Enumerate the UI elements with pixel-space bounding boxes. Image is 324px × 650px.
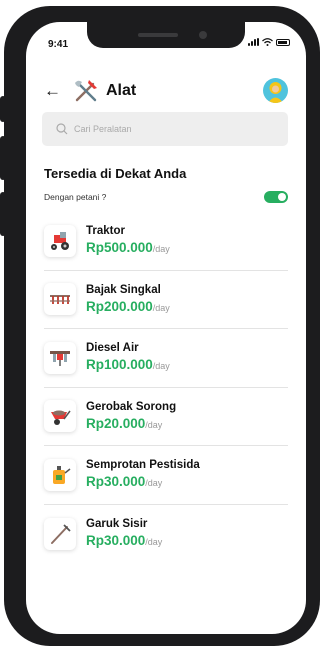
user-avatar-icon (268, 82, 283, 103)
item-unit: /day (152, 302, 170, 313)
notch-camera (199, 31, 207, 39)
notch-speaker (138, 33, 178, 37)
list-item[interactable]: Gerobak Sorong Rp20.000 /day (44, 388, 288, 446)
wifi-icon (262, 38, 273, 46)
status-time: 9:41 (48, 39, 69, 50)
item-name: Garuk Sisir (86, 518, 148, 531)
phone-notch (87, 22, 245, 48)
status-icons (248, 38, 290, 46)
item-price: Rp20.000 (86, 415, 146, 431)
wheelbarrow-icon (51, 410, 71, 426)
item-name: Bajak Singkal (86, 283, 161, 296)
item-unit: /day (145, 419, 163, 430)
sprayer-icon (53, 465, 71, 484)
rake-icon (51, 524, 71, 544)
item-icon-box (44, 400, 76, 433)
item-name: Semprotan Pestisida (86, 459, 200, 472)
item-name: Gerobak Sorong (86, 400, 177, 413)
item-price: Rp200.000 (86, 298, 153, 314)
section-title: Tersedia di Dekat Anda (44, 166, 187, 181)
tools-icon (75, 80, 97, 102)
farmer-toggle[interactable] (264, 191, 288, 203)
tractor-icon (51, 231, 69, 250)
list-item[interactable]: Semprotan Pestisida Rp30.000 /day (44, 446, 288, 505)
app-screen: 9:41 ← Alat Cari Peralatan Tersedia di D… (26, 22, 306, 634)
list-item[interactable]: Traktor Rp500.000 /day (44, 212, 288, 271)
signal-icon (248, 38, 259, 46)
phone-side-button (0, 136, 6, 180)
header: ← Alat (44, 76, 288, 106)
item-price: Rp100.000 (86, 357, 153, 373)
battery-icon (276, 38, 290, 46)
search-bar[interactable] (42, 112, 288, 146)
toggle-knob (278, 193, 286, 201)
item-icon-box (44, 341, 76, 374)
item-name: Diesel Air (86, 342, 139, 355)
item-unit: /day (152, 244, 170, 255)
search-input[interactable] (74, 124, 274, 134)
search-icon (56, 123, 68, 135)
plow-icon (50, 295, 70, 305)
diesel-pump-icon (50, 350, 70, 366)
equipment-list: Traktor Rp500.000 /day Bajak Singkal Rp2… (44, 212, 288, 563)
page-title: Alat (106, 82, 137, 99)
phone-side-button (0, 192, 6, 236)
phone-side-button (0, 96, 6, 122)
list-item[interactable]: Bajak Singkal Rp200.000 /day (44, 271, 288, 329)
list-item[interactable]: Garuk Sisir Rp30.000 /day (44, 505, 288, 564)
item-name: Traktor (86, 225, 125, 238)
item-icon-box (44, 224, 76, 257)
item-price: Rp30.000 (86, 533, 146, 549)
item-icon-box (44, 458, 76, 491)
item-unit: /day (152, 361, 170, 372)
item-price: Rp500.000 (86, 240, 153, 256)
item-unit: /day (145, 478, 163, 489)
list-item[interactable]: Diesel Air Rp100.000 /day (44, 329, 288, 388)
avatar[interactable] (263, 78, 288, 103)
item-icon-box (44, 283, 76, 316)
item-icon-box (44, 517, 76, 550)
back-arrow-icon[interactable]: ← (44, 81, 66, 101)
toggle-label: Dengan petani ? (44, 192, 107, 202)
item-price: Rp30.000 (86, 474, 146, 490)
item-unit: /day (145, 537, 163, 548)
